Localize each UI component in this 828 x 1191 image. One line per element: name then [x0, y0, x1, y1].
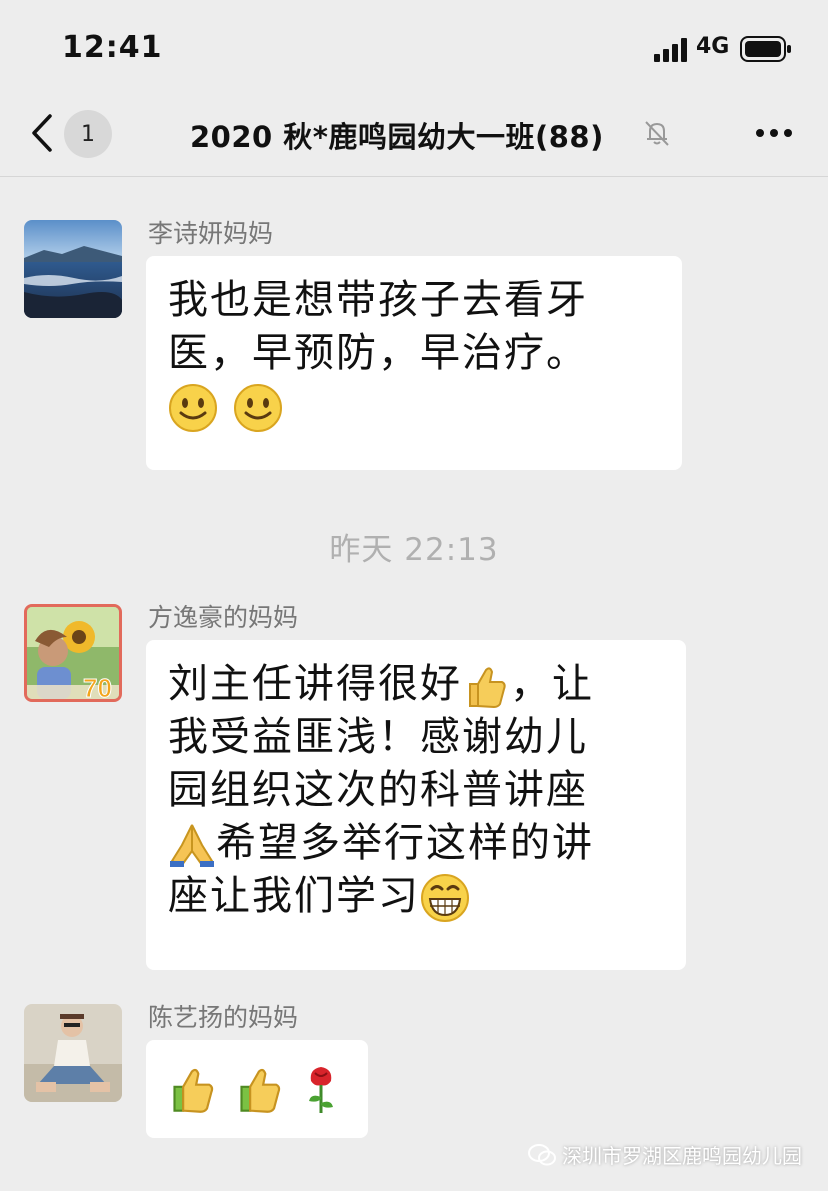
signal-bars-icon: [654, 38, 687, 62]
sender-name: 陈艺扬的妈妈: [148, 1003, 299, 1032]
message-bubble[interactable]: 刘主任讲得很好 ，让 我受益匪浅！感谢幼儿 园组织这次的科普讲座 希望多举行这样…: [146, 640, 686, 970]
chat-title: 2020 秋*鹿鸣园幼大一班(88): [190, 120, 604, 154]
sender-name: 李诗妍妈妈: [148, 219, 274, 248]
avatar[interactable]: 70: [24, 604, 122, 702]
thumbs-up-emoji-icon: [469, 667, 506, 709]
chat-timestamp: 昨天 22:13: [329, 532, 499, 568]
watermark: 深圳市罗湖区鹿鸣园幼儿园: [528, 1140, 802, 1169]
avatar[interactable]: [24, 220, 122, 318]
message-line: 刘主任讲得很好: [168, 661, 462, 707]
message-line: 我也是想带孩子去看牙: [168, 277, 588, 323]
back-chevron-icon[interactable]: [28, 112, 56, 154]
message-line: ，让: [510, 661, 594, 707]
status-bar: 12:41 4G: [0, 0, 828, 100]
message-line: 园组织这次的科普讲座: [168, 767, 588, 813]
message-text: 刘主任讲得很好 ，让 我受益匪浅！感谢幼儿 园组织这次的科普讲座 希望多举行这样…: [168, 658, 664, 923]
grin-emoji-icon: [421, 874, 469, 922]
watermark-text: 深圳市罗湖区鹿鸣园幼儿园: [562, 1144, 802, 1168]
avatar-seaside-photo: [24, 220, 122, 318]
chat-header: 1 2020 秋*鹿鸣园幼大一班(88): [0, 100, 828, 177]
wechat-logo-icon: [528, 1143, 556, 1165]
message-text: [168, 1056, 346, 1118]
thumbs-up-emoji-icon: [240, 1068, 280, 1113]
muted-bell-icon: [645, 121, 669, 146]
avatar-child-sunflower-photo: 70: [27, 607, 119, 699]
clock: 12:41: [62, 30, 163, 65]
message-line: 医，早预防，早治疗。: [168, 330, 588, 376]
thumbs-up-emoji-icon: [173, 1068, 214, 1113]
smile-emoji-icon: [233, 384, 282, 432]
sender-name: 方逸豪的妈妈: [148, 603, 299, 632]
unread-count-badge[interactable]: 1: [64, 110, 112, 158]
rose-emoji-icon: [309, 1067, 334, 1113]
message-bubble[interactable]: 我也是想带孩子去看牙 医，早预防，早治疗。: [146, 256, 682, 470]
avatar-badge: 70: [83, 673, 112, 699]
avatar-woman-sitting-photo: [24, 1004, 122, 1102]
emoji-row: [168, 380, 660, 433]
smile-emoji-icon: [169, 384, 217, 432]
message-line: 我受益匪浅！感谢幼儿: [168, 714, 588, 760]
avatar[interactable]: [24, 1004, 122, 1102]
battery-icon: [740, 36, 791, 62]
message-line: 座让我们学习: [168, 873, 420, 919]
network-type: 4G: [696, 34, 730, 59]
more-options-icon[interactable]: [752, 118, 796, 148]
pray-emoji-icon: [170, 824, 214, 867]
message-bubble[interactable]: [146, 1040, 368, 1138]
message-text: 我也是想带孩子去看牙 医，早预防，早治疗。: [168, 274, 660, 433]
message-line: 希望多举行这样的讲: [216, 820, 594, 866]
